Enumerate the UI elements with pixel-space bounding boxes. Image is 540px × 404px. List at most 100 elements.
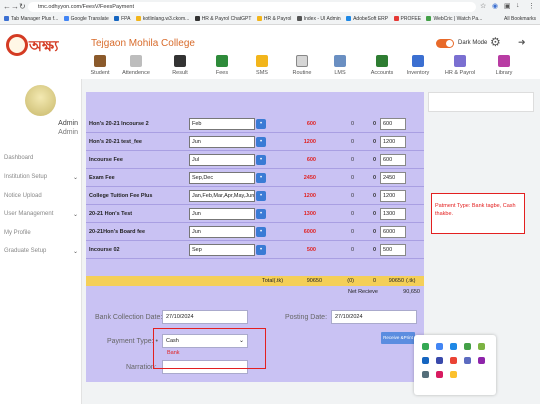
sidebar-item-notice-upload[interactable]: Notice Upload (4, 193, 78, 199)
calendar-icon (296, 55, 308, 67)
month-select-button[interactable]: • (256, 191, 266, 201)
bank-date-input[interactable]: 27/10/2024 (162, 310, 248, 324)
bookmark-star-icon[interactable]: ☆ (480, 2, 486, 10)
pay-amount-input[interactable]: 2450 (380, 172, 406, 184)
month-select-button[interactable]: • (256, 209, 266, 219)
bookmark-item[interactable]: Google Translate (63, 14, 109, 24)
month-select-button[interactable]: • (256, 137, 266, 147)
bookmarks-bar: Tab Manager Plus f... Google Translate F… (0, 14, 540, 25)
bookmark-item[interactable]: FPA (114, 14, 130, 24)
nav-sms[interactable]: SMS (244, 55, 280, 79)
nav-inventory[interactable]: Inventory (400, 55, 436, 79)
pay-amount-input[interactable]: 1300 (380, 208, 406, 220)
extension-word-icon[interactable] (422, 357, 429, 364)
month-select-button[interactable]: • (256, 245, 266, 255)
extension-bluetooth-icon[interactable] (450, 371, 457, 378)
app-logo[interactable]: অক্ষ্য (6, 34, 66, 56)
table-row: 20-21 Hon's Test Jun • 1300 0 0 1300 (86, 206, 424, 223)
dark-mode-toggle[interactable] (436, 39, 454, 48)
sidebar-item-user-management[interactable]: User Management ⌄ (4, 211, 78, 218)
month-field[interactable]: Sep (189, 244, 255, 256)
extension-red-icon[interactable] (450, 357, 457, 364)
sidebar-item-graduate-setup[interactable]: Graduate Setup ⌄ (4, 248, 78, 255)
nav-accounts[interactable]: Accounts (364, 55, 400, 79)
extension-green-icon[interactable] (422, 343, 429, 350)
reload-icon[interactable]: ↻ (19, 2, 26, 11)
month-select-button[interactable]: • (256, 173, 266, 183)
table-row: Hon's 20-21 Incourse 2 Feb • 600 0 0 600 (86, 116, 424, 133)
nav-routine[interactable]: Routine (284, 55, 320, 79)
all-bookmarks-link[interactable]: All Bookmarks (504, 14, 536, 24)
browser-address-bar: ← → ↻ tmc.odhyyon.com/FeesV/FeesPayment … (0, 0, 540, 14)
forward-icon[interactable]: → (11, 2, 19, 11)
pay-amount-input[interactable]: 600 (380, 154, 406, 166)
table-row: Exam Fee Sep,Dec • 2450 0 0 2450 (86, 170, 424, 187)
sidebar-item-dashboard[interactable]: Dashboard (4, 155, 78, 161)
pay-amount-input[interactable]: 600 (380, 118, 406, 130)
graduation-cap-icon (174, 55, 186, 67)
bookmark-item[interactable]: HR & Payrol ChatGPT (194, 14, 251, 24)
nav-lms[interactable]: LMS (322, 55, 358, 79)
month-field[interactable]: Jan,Feb,Mar,Apr,May,Jun,Jul (189, 190, 255, 202)
annotation-note: Patment Type: Bank tagbe, Cash thakbe. (431, 193, 525, 234)
month-select-button[interactable]: • (256, 119, 266, 129)
bookmark-item[interactable]: PROFEE (393, 14, 421, 24)
extension-earth-icon[interactable] (478, 343, 485, 350)
extension-pink-icon[interactable] (436, 371, 443, 378)
month-select-button[interactable]: • (256, 155, 266, 165)
bookmark-item[interactable]: WebCric | Watch Pa... (426, 14, 482, 24)
nav-hr-payrol[interactable]: HR & Payrol (442, 55, 478, 79)
extension-leaf-icon[interactable] (464, 343, 471, 350)
logout-icon[interactable]: ➜ (518, 37, 526, 48)
back-icon[interactable]: ← (3, 2, 11, 11)
menu-icon[interactable]: ⋮ (528, 2, 535, 10)
highlight-box (153, 328, 266, 369)
bookmark-item[interactable]: AdobeSoft ERP (346, 14, 388, 24)
download-icon[interactable]: ↓ (516, 2, 520, 9)
extensions-popup (414, 335, 496, 395)
pay-amount-input[interactable]: 6000 (380, 226, 406, 238)
bookmark-item[interactable]: kotlinlang.w3.ckom... (135, 14, 189, 24)
pay-amount-input[interactable]: 1200 (380, 136, 406, 148)
extension-teams-icon[interactable] (436, 357, 443, 364)
bookmark-item[interactable]: Tab Manager Plus f... (4, 14, 58, 24)
month-field[interactable]: Feb (189, 118, 255, 130)
month-field[interactable]: Sep,Dec (189, 172, 255, 184)
sidebar-item-my-profile[interactable]: My Profile (4, 230, 78, 236)
money-icon (216, 55, 228, 67)
extension-purple-icon[interactable] (464, 357, 471, 364)
bookmark-item[interactable]: Index - UI Admin (296, 14, 341, 24)
month-field[interactable]: Jun (189, 226, 255, 238)
extension-blue-icon[interactable] (450, 343, 457, 350)
month-field[interactable]: Jul (189, 154, 255, 166)
settings-gear-icon[interactable]: ⚙ (490, 35, 501, 49)
month-field[interactable]: Jun (189, 136, 255, 148)
nav-library[interactable]: Library (486, 55, 522, 79)
extension-pen-icon[interactable] (478, 357, 485, 364)
month-select-button[interactable]: • (256, 227, 266, 237)
nav-result[interactable]: Result (162, 55, 198, 79)
avatar[interactable] (25, 85, 56, 116)
extension-drive-icon[interactable] (436, 343, 443, 350)
pay-amount-input[interactable]: 1200 (380, 190, 406, 202)
table-row: Incourse 02 Sep • 500 0 0 500 (86, 242, 424, 259)
table-row: Incourse Fee Jul • 600 0 0 600 (86, 152, 424, 169)
sidebar-item-institution-setup[interactable]: Institution Setup ⌄ (4, 174, 78, 181)
nav-fees[interactable]: Fees (204, 55, 240, 79)
books-icon (334, 55, 346, 67)
url-input[interactable]: tmc.odhyyon.com/FeesV/FeesPayment (28, 2, 476, 12)
library-icon (498, 55, 510, 67)
pay-amount-input[interactable]: 500 (380, 244, 406, 256)
receive-print-button[interactable]: Receive &Print (381, 332, 415, 344)
bookmark-item[interactable]: HR & Payrol (256, 14, 291, 24)
extensions-puzzle-icon[interactable]: ▣ (504, 2, 511, 10)
table-row: College Tuition Fee Plus Jan,Feb,Mar,Apr… (86, 188, 424, 205)
month-field[interactable]: Jun (189, 208, 255, 220)
extension-gray-icon[interactable] (422, 371, 429, 378)
extension-icon[interactable]: ◉ (492, 2, 498, 10)
chevron-down-icon: ⌄ (72, 175, 78, 181)
posting-date-input[interactable]: 27/10/2024 (331, 310, 417, 324)
inventory-icon (412, 55, 424, 67)
nav-attendence[interactable]: Attendence (118, 55, 154, 79)
nav-student[interactable]: Student (82, 55, 118, 79)
